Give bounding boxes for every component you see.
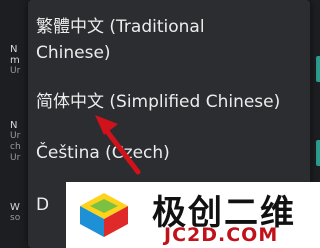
watermark-logo: 极创二维 JC2D.COM: [66, 182, 320, 248]
watermark-url-text: JC2D.COM: [164, 224, 279, 246]
cube-logo-icon: [80, 193, 128, 237]
